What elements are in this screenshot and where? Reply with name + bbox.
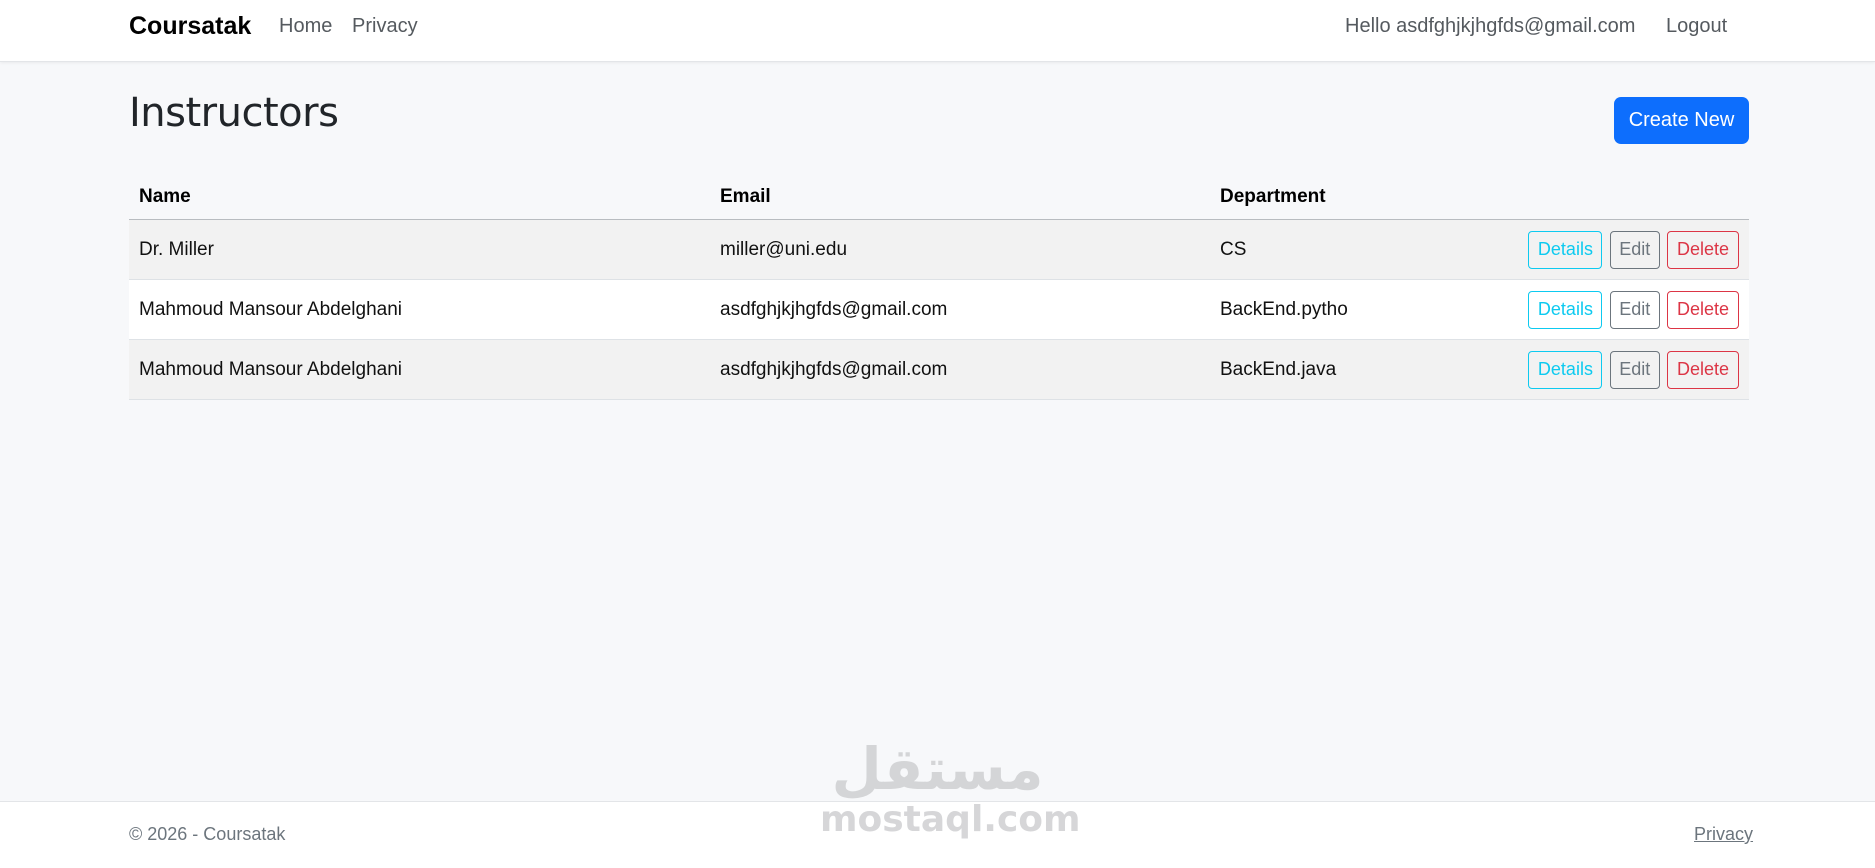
- cell-department: CS: [1210, 219, 1480, 280]
- details-button[interactable]: Details: [1528, 230, 1603, 269]
- cell-name: Mahmoud Mansour Abdelghani: [129, 339, 710, 400]
- nav-privacy-link[interactable]: Privacy: [352, 15, 418, 38]
- delete-button[interactable]: Delete: [1667, 230, 1739, 269]
- cell-actions: Details Edit Delete: [1480, 339, 1749, 400]
- instructors-table: Name Email Department Dr. Miller miller@…: [129, 174, 1749, 400]
- edit-button[interactable]: Edit: [1609, 290, 1660, 329]
- delete-button[interactable]: Delete: [1667, 350, 1739, 389]
- column-header-name: Name: [129, 174, 710, 220]
- user-greeting-link[interactable]: Hello asdfghjkjhgfds@gmail.com: [1345, 15, 1635, 38]
- column-header-department: Department: [1210, 174, 1480, 220]
- cell-actions: Details Edit Delete: [1480, 279, 1749, 340]
- table-row: Mahmoud Mansour Abdelghani asdfghjkjhgfd…: [129, 279, 1749, 340]
- footer-privacy-link[interactable]: Privacy: [1694, 824, 1753, 845]
- watermark-arabic-text: مستقل: [831, 735, 1044, 803]
- cell-name: Mahmoud Mansour Abdelghani: [129, 279, 710, 340]
- footer-copyright: © 2026 - Coursatak: [129, 824, 286, 844]
- brand-logo[interactable]: Coursatak: [129, 12, 251, 41]
- cell-email: asdfghjkjhgfds@gmail.com: [710, 279, 1210, 340]
- cell-department: BackEnd.java: [1210, 339, 1480, 400]
- top-navbar: Coursatak Home Privacy Hello asdfghjkjhg…: [0, 0, 1875, 62]
- cell-actions: Details Edit Delete: [1480, 219, 1749, 280]
- cell-email: asdfghjkjhgfds@gmail.com: [710, 339, 1210, 400]
- page-title: Instructors: [129, 90, 339, 136]
- table-row: Dr. Miller miller@uni.edu CS Details Edi…: [129, 219, 1749, 280]
- cell-department: BackEnd.pytho: [1210, 279, 1480, 340]
- table-row: Mahmoud Mansour Abdelghani asdfghjkjhgfd…: [129, 339, 1749, 400]
- details-button[interactable]: Details: [1528, 350, 1603, 389]
- cell-name: Dr. Miller: [129, 219, 710, 280]
- delete-button[interactable]: Delete: [1667, 290, 1739, 329]
- column-header-email: Email: [710, 174, 1210, 220]
- edit-button[interactable]: Edit: [1609, 230, 1660, 269]
- nav-home-link[interactable]: Home: [279, 15, 332, 38]
- edit-button[interactable]: Edit: [1609, 350, 1660, 389]
- logout-button[interactable]: Logout: [1666, 15, 1727, 38]
- table-header-row: Name Email Department: [129, 174, 1749, 220]
- details-button[interactable]: Details: [1528, 290, 1603, 329]
- column-header-actions: [1480, 174, 1749, 220]
- cell-email: miller@uni.edu: [710, 219, 1210, 280]
- create-new-button[interactable]: Create New: [1614, 97, 1749, 144]
